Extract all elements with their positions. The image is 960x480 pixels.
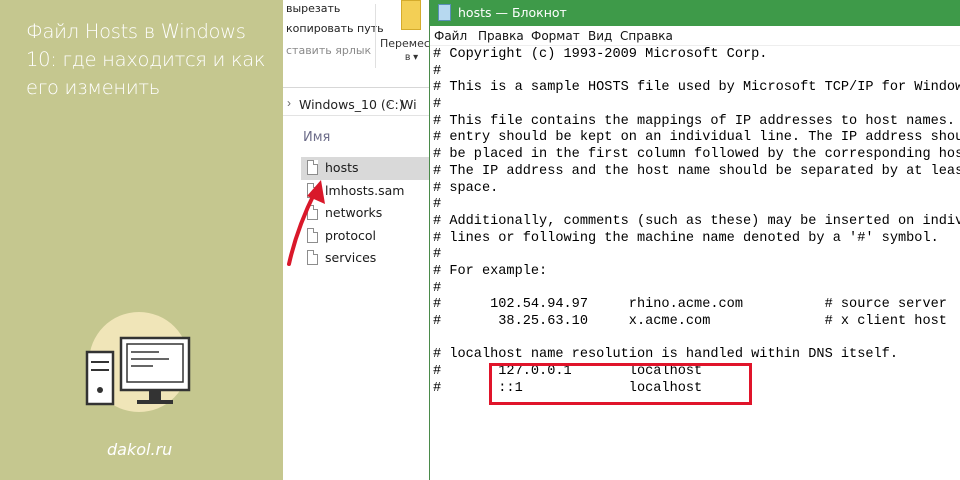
file-icon: [307, 250, 318, 265]
paste-shortcut-button[interactable]: ставить ярлык: [286, 44, 371, 57]
file-icon: [307, 227, 318, 243]
folder-icon: [401, 0, 421, 30]
file-icon: [307, 160, 318, 175]
text-editor-area[interactable]: # Copyright (c) 1993-2009 Microsoft Corp…: [433, 47, 960, 480]
text-line: #: [433, 97, 442, 113]
text-line: # 38.25.63.10 x.acme.com # x client host: [433, 314, 947, 329]
computer-illustration-icon: [85, 312, 191, 412]
file-item-protocol[interactable]: protocol: [301, 225, 433, 248]
menu-view[interactable]: Вид: [588, 29, 612, 43]
text-line: #: [433, 197, 442, 213]
text-line: # Copyright (c) 1993-2009 Microsoft Corp…: [433, 47, 768, 62]
site-name: dakol.ru: [107, 440, 173, 459]
text-line: [433, 331, 960, 348]
text-line: # entry should be kept on an individual …: [433, 130, 960, 146]
notepad-titlebar[interactable]: hosts — Блокнот: [430, 0, 960, 26]
text-line: # 102.54.94.97 rhino.acme.com # source s…: [433, 297, 947, 313]
localhost-highlight-box: [489, 363, 752, 405]
file-item-lmhosts[interactable]: lmhosts.sam: [301, 180, 433, 203]
chevron-right-icon: ›: [287, 96, 291, 110]
notepad-window: hosts — Блокнот Файл Правка Формат Вид С…: [429, 0, 960, 480]
notepad-icon: [438, 4, 451, 21]
file-list: hosts lmhosts.sam networks protocol serv…: [301, 157, 433, 270]
text-line: # Additionally, comments (such as these)…: [433, 213, 960, 229]
file-name: services: [325, 250, 377, 265]
menu-format[interactable]: Формат: [531, 29, 580, 43]
file-icon: [307, 182, 318, 198]
menu-edit[interactable]: Правка: [478, 29, 524, 43]
menu-file[interactable]: Файл: [434, 29, 467, 43]
explorer-ribbon: вырезать копировать путь ставить ярлык П…: [283, 0, 433, 88]
text-line: # This is a sample HOSTS file used by Mi…: [433, 80, 960, 96]
cut-button[interactable]: вырезать: [286, 2, 340, 15]
banner-title: Файл Hosts в Windows 10: где находится и…: [26, 20, 266, 99]
window-title: hosts — Блокнот: [458, 5, 567, 20]
file-item-networks[interactable]: networks: [301, 202, 433, 225]
text-line: # For example:: [433, 263, 548, 279]
file-explorer-window: вырезать копировать путь ставить ярлык П…: [283, 0, 433, 480]
file-item-hosts[interactable]: hosts: [301, 157, 433, 180]
move-to-button[interactable]: Перемест: [380, 37, 433, 50]
text-line: # This file contains the mappings of IP …: [433, 113, 960, 129]
file-item-services[interactable]: services: [301, 247, 433, 270]
file-name: hosts: [325, 160, 359, 175]
ribbon-separator: [375, 4, 376, 68]
text-line: # lines or following the machine name de…: [433, 230, 939, 246]
file-icon: [307, 205, 318, 220]
text-line: #: [433, 247, 442, 263]
file-name: networks: [325, 205, 383, 220]
copy-path-button[interactable]: копировать путь: [286, 22, 384, 35]
text-line: # space.: [433, 180, 499, 196]
article-banner: Файл Hosts в Windows 10: где находится и…: [0, 0, 283, 480]
menu-help[interactable]: Справка: [620, 29, 673, 43]
move-to-dropdown[interactable]: в ▾: [405, 52, 418, 63]
text-line: #: [433, 63, 442, 79]
text-line: # localhost name resolution is handled w…: [433, 347, 898, 363]
file-name: protocol: [325, 227, 376, 243]
chevron-right-icon: ›: [387, 96, 391, 110]
menu-bar: Файл Правка Формат Вид Справка: [430, 26, 960, 46]
breadcrumb-windows[interactable]: Wi: [401, 97, 417, 112]
text-line: # be placed in the first column followed…: [433, 147, 960, 163]
file-name: lmhosts.sam: [325, 182, 405, 198]
text-line: # The IP address and the host name shoul…: [433, 163, 960, 179]
address-bar[interactable]: › Windows_10 (C:) › Wi: [283, 92, 433, 116]
text-line: #: [433, 280, 442, 296]
column-header-name[interactable]: Имя: [303, 130, 330, 145]
